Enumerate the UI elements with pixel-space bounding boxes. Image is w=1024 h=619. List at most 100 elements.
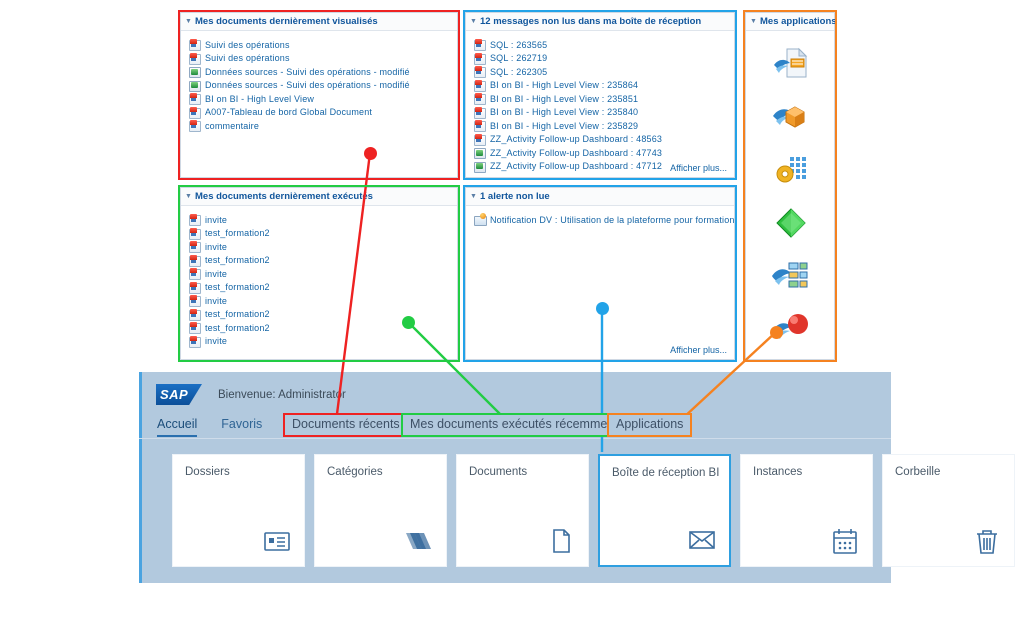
callout-dot-blue [596,302,609,315]
launchpad-header: SAP Bienvenue: Administrator [156,384,346,405]
list-item[interactable]: A007-Tableau de bord Global Document [189,106,451,119]
launchpad-tile-envelope[interactable]: Boîte de réception BI [598,454,731,567]
list-item[interactable]: invite [189,335,451,348]
collapse-caret-icon[interactable]: ▼ [750,13,760,30]
launchpad-tile-folder-card[interactable]: Dossiers [172,454,305,567]
webi-document-icon [189,227,201,240]
launchpad-tile-calendar[interactable]: Instances [740,454,873,567]
launchpad-tile-row: Dossiers Catégories Documents Boîte de réce… [172,454,1024,567]
welcome-message: Bienvenue: Administrator [218,388,346,401]
list-item[interactable]: BI on BI - High Level View : 235829 [474,119,728,132]
launchpad-left-edge-strip [139,372,142,583]
collapse-caret-icon[interactable]: ▼ [185,13,195,30]
list-item-label: SQL : 263565 [490,39,548,50]
list-item[interactable]: BI on BI - High Level View [189,92,451,105]
launchpad-tile-layers[interactable]: Catégories [314,454,447,567]
sap-bi-launchpad: SAP Bienvenue: Administrator Accueil Favo… [139,372,1015,583]
tile-label: Catégories [327,466,383,478]
document-page-icon [546,526,576,556]
list-item[interactable]: invite [189,213,451,226]
webi-document-icon [189,241,201,253]
list-item[interactable]: BI on BI - High Level View : 235851 [474,92,728,105]
panel-recent-viewed-header[interactable]: ▼ Mes documents dernièrement visualisés [181,13,457,31]
panel-my-applications-body [746,31,834,359]
alert-envelope-icon [474,213,487,226]
panel-recently-run-documents: ▼ Mes documents dernièrement exécutés inv… [180,187,458,360]
list-item[interactable]: Suivi des opérations [189,52,451,65]
launchpad-tile-document-page[interactable]: Documents [456,454,589,567]
collapse-caret-icon[interactable]: ▼ [470,13,480,30]
panel-recently-run-title: Mes documents dernièrement exécutés [195,191,373,202]
list-item[interactable]: invite [189,267,451,280]
list-item-label: Données sources - Suivi des opérations -… [205,66,410,77]
list-item[interactable]: Notification DV : Utilisation de la plat… [474,213,734,226]
webi-document-icon [189,39,201,51]
panel-bi-inbox-body: Afficher plus... SQL : 263565 SQL : 26271… [466,31,734,177]
list-item-label: invite [205,268,228,279]
list-item[interactable]: SQL : 262305 [474,65,728,78]
callout-dot-red [364,147,377,160]
launchpad-tile-trash[interactable]: Corbeille [882,454,1015,567]
list-item[interactable]: SQL : 262719 [474,52,728,65]
list-item-label: BI on BI - High Level View : 235840 [490,107,639,117]
launchpad-tab-2[interactable]: Favoris [221,417,276,437]
webi-document-icon [474,106,486,119]
excel-document-icon [474,147,486,159]
cube-app-icon[interactable] [770,96,812,138]
panel-bi-inbox-header[interactable]: ▼ 12 messages non lus dans ma boîte de ré… [466,13,734,31]
callout-dot-orange [770,326,783,339]
alerts-show-more-link[interactable]: Afficher plus... [670,345,727,355]
webi-document-icon [474,133,486,146]
webi-document-icon [189,106,201,119]
sap-logo: SAP [156,384,202,405]
layers-icon [404,526,434,556]
callout-dot-green [402,316,415,329]
webi-document-icon [474,52,486,65]
list-item-label: SQL : 262305 [490,66,548,77]
gear-grid-app-icon[interactable] [770,149,812,191]
webi-document-icon [474,66,486,78]
list-item[interactable]: Suivi des opérations [189,38,451,51]
panel-unread-alerts: ▼ 1 alerte non lue Afficher plus... Notif… [465,187,735,360]
list-item[interactable]: Données sources - Suivi des opérations -… [189,79,451,92]
list-item[interactable]: SQL : 263565 [474,38,728,51]
tile-label: Documents [469,466,528,478]
list-item[interactable]: test_formation2 [189,281,451,294]
list-item-label: ZZ_Activity Follow-up Dashboard : 47712 [490,161,663,171]
webi-document-icon [189,295,201,307]
green-diamond-app-icon[interactable] [770,202,812,244]
panel-unread-alerts-title: 1 alerte non lue [480,191,550,202]
list-item[interactable]: test_formation2 [189,227,451,240]
panel-my-applications-header[interactable]: ▼ Mes applications [746,13,837,31]
collapse-caret-icon[interactable]: ▼ [470,188,480,205]
list-item-label: test_formation2 [205,228,270,238]
list-item[interactable]: ZZ_Activity Follow-up Dashboard : 47743 [474,146,728,159]
list-item-label: invite [205,241,228,252]
excel-document-icon [189,80,201,92]
list-item-label: Suivi des opérations [205,53,290,63]
webi-document-icon [189,93,201,105]
collapse-caret-icon[interactable]: ▼ [185,188,195,205]
list-item-label: Notification DV : Utilisation de la plat… [490,214,735,225]
list-item[interactable]: BI on BI - High Level View : 235840 [474,106,728,119]
list-item[interactable]: test_formation2 [189,254,451,267]
list-item-label: SQL : 262719 [490,53,548,63]
list-item[interactable]: invite [189,294,451,307]
webi-document-icon [189,120,201,132]
list-item-label: test_formation2 [205,255,270,265]
list-item[interactable]: Données sources - Suivi des opérations -… [189,65,451,78]
list-item[interactable]: BI on BI - High Level View : 235864 [474,79,728,92]
inbox-show-more-link[interactable]: Afficher plus... [670,163,727,173]
panel-recent-viewed-body: Suivi des opérations Suivi des opérations… [181,31,457,177]
list-item[interactable]: ZZ_Activity Follow-up Dashboard : 48563 [474,133,728,146]
webi-report-app-icon[interactable] [770,43,812,85]
list-item-label: test_formation2 [205,322,270,333]
panel-recently-run-header[interactable]: ▼ Mes documents dernièrement exécutés [181,188,457,206]
panel-recent-viewed-documents: ▼ Mes documents dernièrement visualisés S… [180,12,458,178]
list-item[interactable]: invite [189,240,451,253]
launchpad-tab-1[interactable]: Accueil [157,417,211,437]
list-item[interactable]: commentaire [189,119,451,132]
panel-unread-alerts-header[interactable]: ▼ 1 alerte non lue [466,188,734,206]
dashboard-tiles-app-icon[interactable] [770,255,812,297]
list-item-label: test_formation2 [205,309,270,319]
